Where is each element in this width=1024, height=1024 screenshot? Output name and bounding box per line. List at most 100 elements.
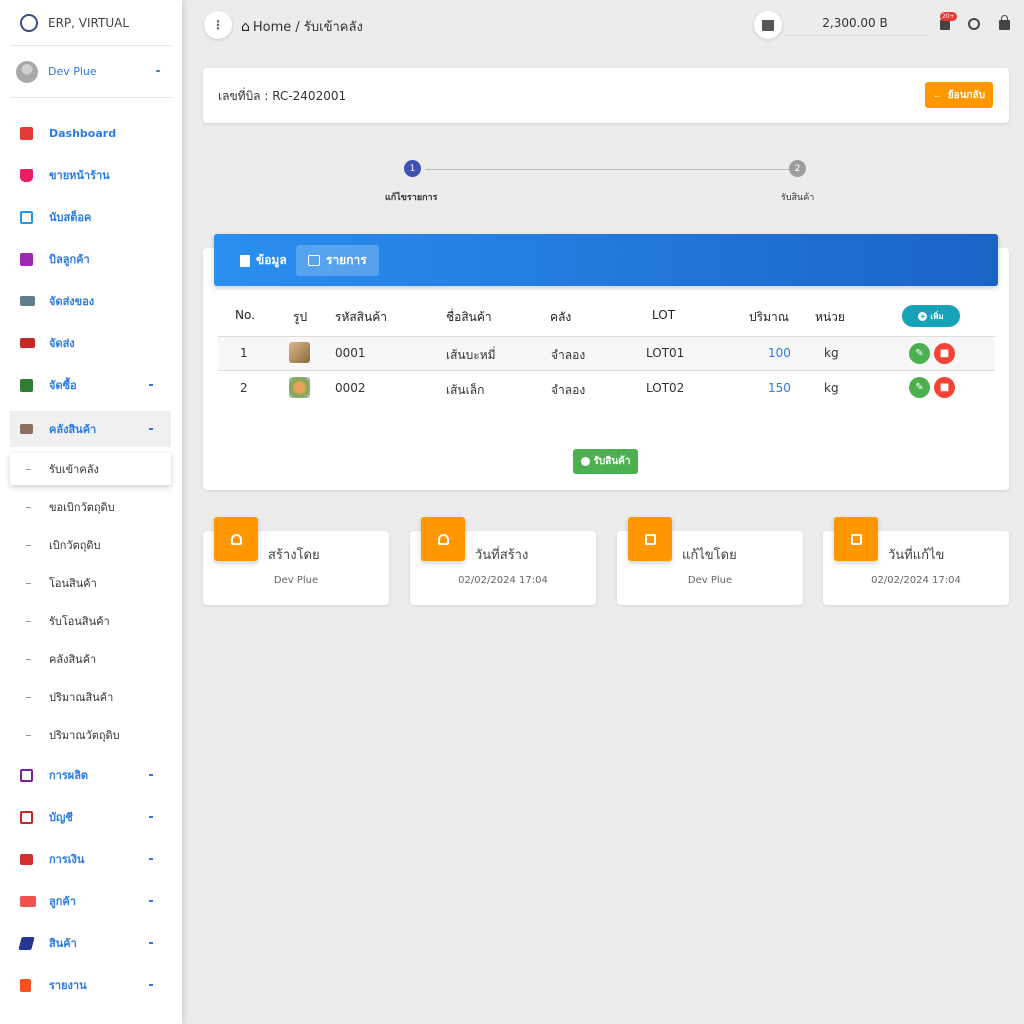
sidebar-item-dashboard[interactable]: Dashboard <box>10 115 171 151</box>
back-button-label: ย้อนกลับ <box>947 89 985 101</box>
caret-icon <box>156 70 160 72</box>
sidebar-item-reports[interactable]: รายงาน <box>10 967 171 1003</box>
sidebar-subitem-label: ปริมาณวัตถุดิบ <box>49 729 120 742</box>
caret-icon <box>149 816 153 818</box>
lock-icon[interactable] <box>999 15 1010 30</box>
receive-goods-button[interactable]: รับสินค้า <box>573 449 638 474</box>
edit-button[interactable]: ✎ <box>909 343 930 364</box>
sidebar-subitem-request-material[interactable]: ขอเบิกวัตถุดิบ <box>10 491 171 523</box>
plus-icon: + <box>918 311 928 321</box>
info-value: 02/02/2024 17:04 <box>871 575 961 586</box>
lot-number: LOT02 <box>646 381 685 395</box>
sidebar-subitem-withdraw-material[interactable]: เบิกวัตถุดิบ <box>10 529 171 561</box>
edit-button[interactable]: ✎ <box>909 377 930 398</box>
sidebar-subitem-receive[interactable]: รับเข้าคลัง <box>10 453 171 485</box>
product-image <box>289 342 310 363</box>
sidebar-item-finance[interactable]: การเงิน <box>10 841 171 877</box>
product-name: เส้นเล็ก <box>446 383 485 397</box>
sidebar-item-accounting[interactable]: บัญชี <box>10 799 171 835</box>
sidebar-subitem-label: รับโอนสินค้า <box>49 615 110 628</box>
sidebar-item-label: คลังสินค้า <box>49 423 97 436</box>
basket-icon <box>20 168 33 182</box>
warehouse-icon <box>20 424 33 434</box>
kebab-menu-button[interactable]: ⋮ <box>204 11 232 39</box>
product-icon <box>18 936 35 950</box>
bank-icon <box>20 853 33 865</box>
caret-icon <box>149 942 153 944</box>
sidebar-item-label: รายงาน <box>49 979 87 992</box>
breadcrumb-text[interactable]: Home / รับเข้าคลัง <box>253 16 363 37</box>
step-1-label: แก้ไขรายการ <box>385 193 438 203</box>
sidebar-item-label: จัดส่งของ <box>49 295 95 308</box>
cash-register-button[interactable] <box>754 11 782 39</box>
delete-button[interactable]: ■ <box>934 377 955 398</box>
column-header-unit: หน่วย <box>815 310 845 324</box>
info-value: Dev Plue <box>273 575 319 586</box>
sidebar-item-delivery[interactable]: จัดส่ง <box>10 325 171 361</box>
sidebar-subitem-label: รับเข้าคลัง <box>49 463 99 476</box>
sidebar-item-label: จัดซื้อ <box>49 379 77 392</box>
sidebar-item-label: ขายหน้าร้าน <box>49 169 110 182</box>
delete-button[interactable]: ■ <box>934 343 955 364</box>
breadcrumb: ⌂ Home / รับเข้าคลัง <box>241 16 363 37</box>
back-button[interactable]: ← ย้อนกลับ <box>924 82 993 108</box>
sidebar-item-label: Dashboard <box>49 126 117 140</box>
quantity: 100 <box>768 346 791 360</box>
sidebar-item-stock-count[interactable]: นับสต็อค <box>10 199 171 235</box>
brand[interactable]: ERP, VIRTUAL <box>10 0 172 46</box>
calendar-glyph <box>850 533 862 545</box>
caret-icon <box>149 384 153 386</box>
sidebar-subitem-material-quantity[interactable]: ปริมาณวัตถุดิบ <box>10 719 171 751</box>
step-1-marker[interactable]: 1 <box>404 160 421 177</box>
product-name: เส้นบะหมี่ <box>446 348 496 362</box>
tab-label: รายการ <box>326 253 367 267</box>
row-no: 1 <box>240 346 248 360</box>
tab-info[interactable]: ข้อมูล <box>228 245 299 276</box>
user-name: Dev Plue <box>48 65 97 78</box>
sidebar-item-production[interactable]: การผลิต <box>10 757 171 793</box>
home-icon[interactable]: ⌂ <box>241 19 250 35</box>
unit: kg <box>824 381 839 395</box>
sidebar-item-pos[interactable]: ขายหน้าร้าน <box>10 157 171 193</box>
info-title: วันที่แก้ไข <box>888 548 945 563</box>
list-icon <box>20 378 33 392</box>
calendar-glyph <box>644 533 656 545</box>
globe-icon[interactable] <box>968 18 980 30</box>
created-by-card: สร้างโดย Dev Plue <box>203 517 389 605</box>
sidebar-item-customer-bill[interactable]: บิลลูกค้า <box>10 241 171 277</box>
product-code: 0002 <box>335 381 366 395</box>
sidebar-item-purchasing[interactable]: จัดซื้อ <box>10 367 171 403</box>
items-tab-bar: ข้อมูล รายการ <box>214 234 998 286</box>
sidebar-item-customers[interactable]: ลูกค้า <box>10 883 171 919</box>
kebab-icon: ⋮ <box>212 18 224 32</box>
sidebar-item-products[interactable]: สินค้า <box>10 925 171 961</box>
caret-icon <box>149 900 153 902</box>
step-2-marker[interactable]: 2 <box>789 160 806 177</box>
sidebar-subitem-receive-transfer[interactable]: รับโอนสินค้า <box>10 605 171 637</box>
check-circle-icon <box>580 457 590 466</box>
modified-date-card: วันที่แก้ไข 02/02/2024 17:04 <box>823 517 1009 605</box>
sidebar-subitem-warehouse[interactable]: คลังสินค้า <box>10 643 171 675</box>
created-date-card: วันที่สร้าง 02/02/2024 17:04 <box>410 517 596 605</box>
sidebar-subitem-label: คลังสินค้า <box>49 653 97 666</box>
sidebar-item-label: การเงิน <box>49 853 85 866</box>
brand-name: ERP, VIRTUAL <box>48 15 130 30</box>
person-outline-icon <box>421 517 465 561</box>
person-glyph <box>437 533 449 545</box>
report-icon <box>20 978 31 992</box>
truck-red-icon <box>20 338 35 348</box>
calendar-grid-icon <box>834 517 878 561</box>
dash-icon <box>26 658 31 660</box>
sidebar-item-warehouse[interactable]: คลังสินค้า <box>10 411 171 447</box>
column-header-code: รหัสสินค้า <box>335 310 387 324</box>
tab-items[interactable]: รายการ <box>296 245 379 276</box>
dashboard-icon <box>20 126 33 140</box>
sidebar-item-delivery-goods[interactable]: จัดส่งของ <box>10 283 171 319</box>
info-value: Dev Plue <box>687 575 733 586</box>
add-item-button[interactable]: + เพิ่ม <box>902 305 960 327</box>
user-menu[interactable]: Dev Plue <box>10 46 172 98</box>
table-icon <box>308 255 320 266</box>
caret-icon <box>149 428 153 430</box>
sidebar-subitem-product-quantity[interactable]: ปริมาณสินค้า <box>10 681 171 713</box>
sidebar-subitem-transfer[interactable]: โอนสินค้า <box>10 567 171 599</box>
